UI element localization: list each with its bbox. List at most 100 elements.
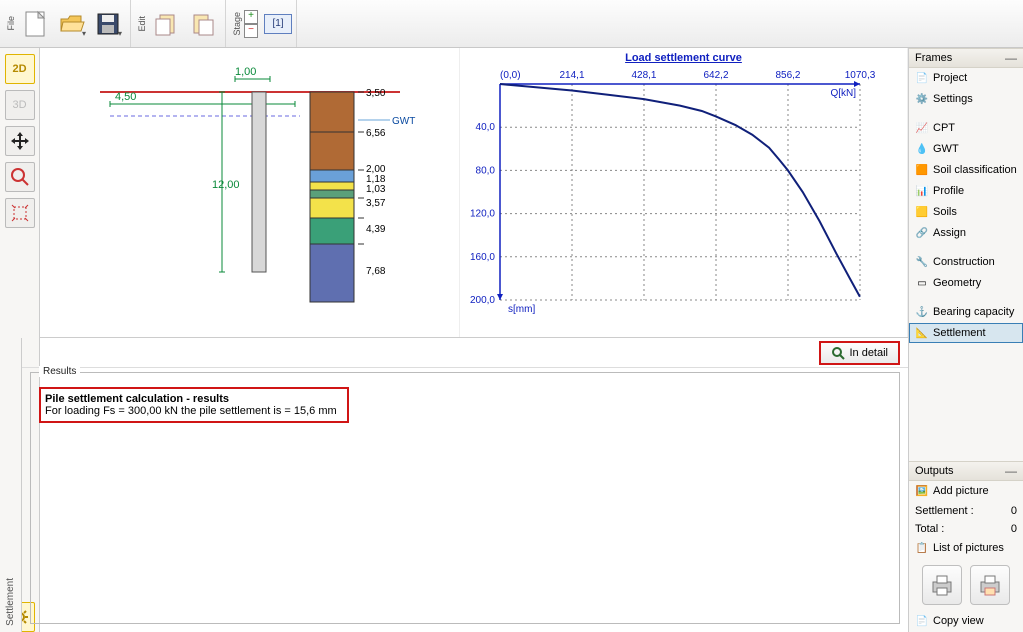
frames-item-geometry[interactable]: ▭Geometry (909, 273, 1023, 294)
outputs-total-row: Total :0 (909, 520, 1023, 538)
frames-item-assign[interactable]: 🔗 Assign (909, 223, 1023, 244)
copy-view-button[interactable]: 📄 Copy view (909, 611, 1023, 632)
chart-pane[interactable]: Load settlement curve (0,0)214,1428,1642… (460, 48, 908, 337)
frame-item-label: Construction (933, 256, 995, 268)
new-file-button[interactable] (19, 7, 53, 41)
zoom-window-button[interactable] (5, 162, 35, 192)
frame-item-label: Settings (933, 93, 973, 105)
frame-item-label: GWT (933, 143, 959, 155)
results-legend: Results (39, 366, 80, 377)
open-folder-icon (59, 13, 85, 35)
svg-text:40,0: 40,0 (476, 122, 496, 133)
frame-item-icon: ⚓ (915, 305, 929, 319)
svg-text:3,50: 3,50 (366, 88, 386, 99)
pan-button[interactable] (5, 126, 35, 156)
frames-item-construction[interactable]: 🔧 Construction (909, 252, 1023, 273)
frame-item-label: Profile (933, 185, 964, 197)
frames-item-soils[interactable]: 🟨 Soils (909, 202, 1023, 223)
svg-text:856,2: 856,2 (775, 70, 800, 81)
clipboard-copy-icon (154, 11, 180, 37)
add-picture-button[interactable]: 🖼️ Add picture (909, 481, 1023, 502)
frame-item-label: Settlement (933, 327, 986, 339)
svg-text:(0,0): (0,0) (500, 70, 521, 81)
view-3d-button[interactable]: 3D (5, 90, 35, 120)
frame-item-icon: 🔧 (915, 255, 929, 269)
top-toolbar: File Edit Stage + − [1] (0, 0, 1023, 48)
svg-text:6,56: 6,56 (366, 128, 386, 139)
svg-text:642,2: 642,2 (703, 70, 728, 81)
move-arrows-icon (10, 131, 30, 151)
svg-text:Q[kN]: Q[kN] (830, 88, 856, 99)
frame-item-icon: 🔗 (915, 226, 929, 240)
right-panel: Frames— 📄Project⚙️Settings📈CPT💧GWT🟧Soil … (908, 48, 1023, 632)
print-button-2[interactable] (970, 565, 1010, 605)
frame-item-label: CPT (933, 122, 955, 134)
frame-item-label: Soils (933, 206, 957, 218)
svg-text:1,03: 1,03 (366, 184, 386, 195)
frame-item-label: Project (933, 72, 967, 84)
frames-item-settlement[interactable]: 📐Settlement (909, 323, 1023, 343)
frames-item-bearing-capacity[interactable]: ⚓ Bearing capacity (909, 302, 1023, 323)
stage-group-label: Stage (230, 8, 244, 40)
svg-text:1,00: 1,00 (235, 66, 256, 78)
outputs-settlement-row: Settlement :0 (909, 502, 1023, 520)
results-title: Pile settlement calculation - results (45, 393, 337, 405)
outputs-minimize-button[interactable]: — (1005, 467, 1017, 475)
view-2d-button[interactable]: 2D (5, 54, 35, 84)
outputs-header: Outputs— (909, 461, 1023, 481)
list-of-pictures-button[interactable]: 📋 List of pictures (909, 538, 1023, 559)
svg-text:12,00: 12,00 (212, 179, 240, 191)
bottom-tab[interactable]: Settlement (0, 338, 22, 632)
frame-item-label: Geometry (933, 277, 981, 289)
save-file-button[interactable] (91, 7, 125, 41)
frames-minimize-button[interactable]: — (1005, 54, 1017, 62)
detail-icon (831, 346, 845, 360)
frame-item-icon: 📄 (915, 71, 929, 85)
paste-button[interactable] (186, 7, 220, 41)
copy-view-icon: 📄 (915, 614, 929, 628)
svg-text:120,0: 120,0 (470, 209, 495, 220)
frame-item-icon: ⚙️ (915, 92, 929, 106)
frames-item-soil-classification[interactable]: 🟧Soil classification (909, 160, 1023, 181)
new-file-icon (24, 10, 48, 38)
frames-item-gwt[interactable]: 💧 GWT (909, 139, 1023, 160)
svg-text:s[mm]: s[mm] (508, 304, 535, 315)
stage-indicator[interactable]: [1] (264, 14, 292, 34)
svg-text:GWT: GWT (392, 116, 415, 127)
frame-item-label: Bearing capacity (933, 306, 1014, 318)
svg-text:428,1: 428,1 (631, 70, 656, 81)
load-settlement-chart: (0,0)214,1428,1642,2856,21070,340,080,01… (460, 64, 880, 324)
pile-drawing-pane[interactable]: 4,50 1,00 12,00 (40, 48, 460, 337)
frame-item-icon: 📈 (915, 121, 929, 135)
svg-text:1070,3: 1070,3 (845, 70, 876, 81)
zoom-icon (10, 167, 30, 187)
zoom-extents-button[interactable] (5, 198, 35, 228)
main-view-area: 4,50 1,00 12,00 (40, 48, 908, 338)
copy-button[interactable] (150, 7, 184, 41)
stage-add-button[interactable]: + (244, 10, 258, 24)
frame-item-icon: 🟨 (915, 205, 929, 219)
frames-item-cpt[interactable]: 📈 CPT (909, 118, 1023, 139)
print-button-1[interactable] (922, 565, 962, 605)
frames-item-profile[interactable]: 📊Profile (909, 181, 1023, 202)
pile-drawing: 4,50 1,00 12,00 (40, 48, 460, 337)
svg-text:4,50: 4,50 (115, 91, 136, 103)
in-detail-button[interactable]: In detail (819, 341, 900, 365)
results-box: Results Pile settlement calculation - re… (30, 372, 900, 624)
list-icon: 📋 (915, 541, 929, 555)
frame-item-icon: 🟧 (915, 163, 929, 177)
svg-text:3,57: 3,57 (366, 198, 386, 209)
frame-item-icon: 💧 (915, 142, 929, 156)
save-icon (96, 12, 120, 36)
printer-icon (929, 572, 955, 598)
clipboard-paste-icon (190, 11, 216, 37)
stage-remove-button[interactable]: − (244, 24, 258, 38)
svg-text:200,0: 200,0 (470, 295, 495, 306)
frames-item-project[interactable]: 📄 Project (909, 68, 1023, 89)
frame-item-label: Assign (933, 227, 966, 239)
results-text: For loading Fs = 300,00 kN the pile sett… (45, 405, 337, 417)
frames-item-settings[interactable]: ⚙️ Settings (909, 89, 1023, 110)
results-highlight: Pile settlement calculation - results Fo… (39, 387, 349, 423)
chart-title: Load settlement curve (460, 48, 907, 64)
open-file-button[interactable] (55, 7, 89, 41)
